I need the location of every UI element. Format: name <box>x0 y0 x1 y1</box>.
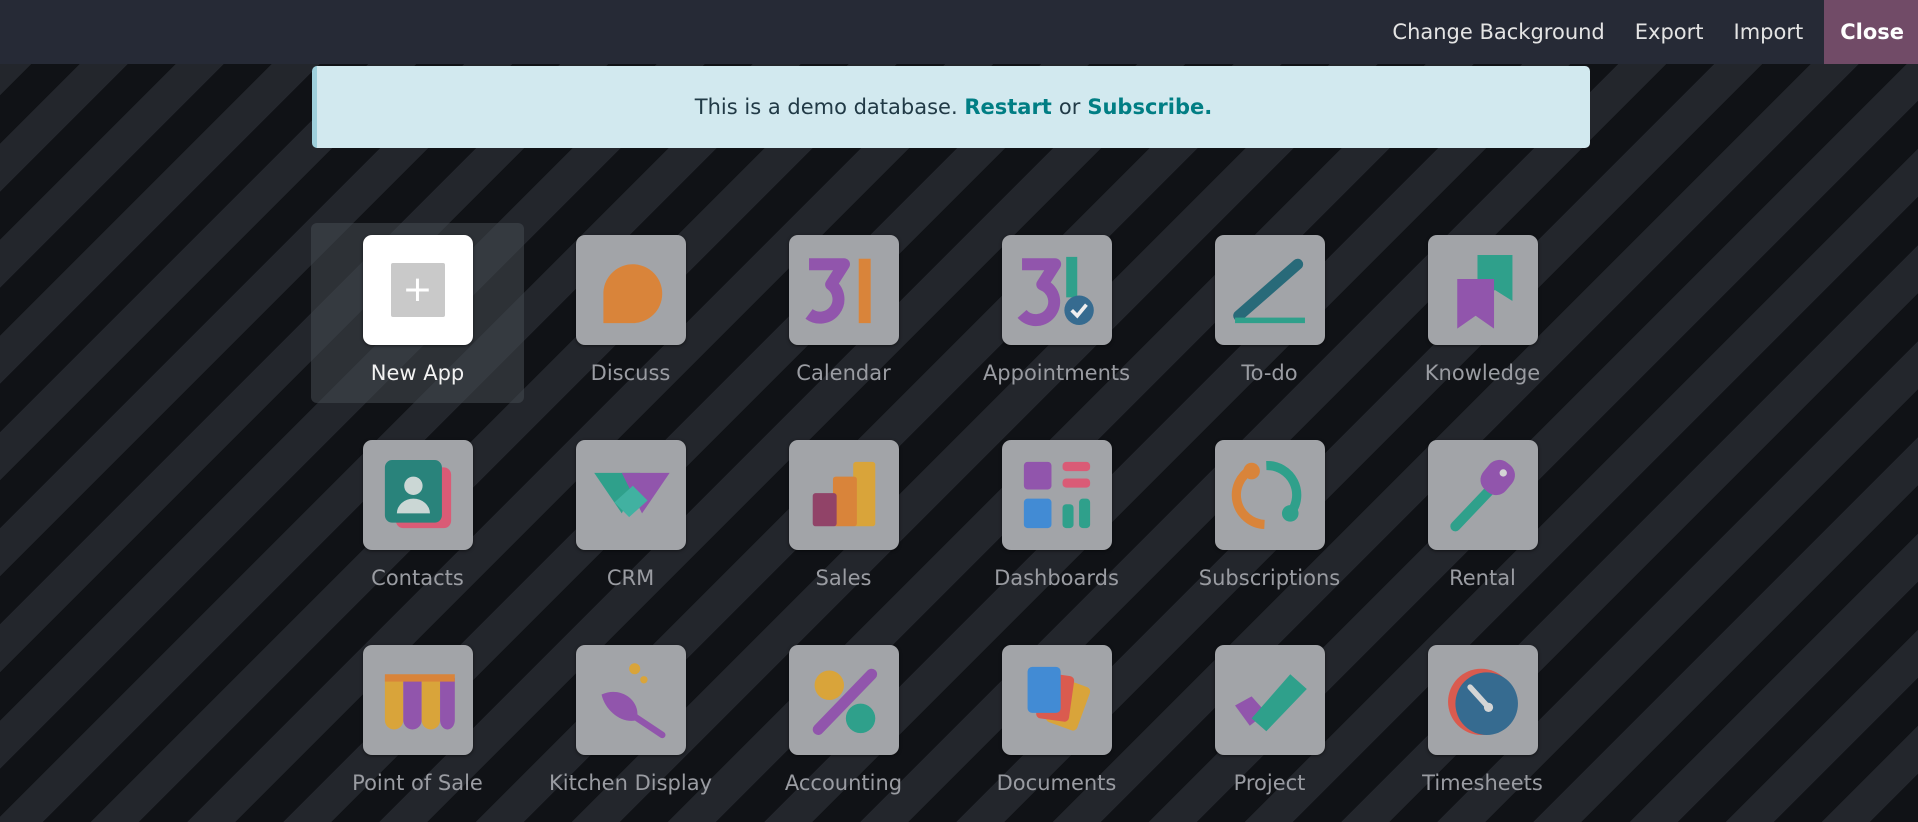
rental-icon <box>1449 459 1515 532</box>
app-timesheets[interactable]: Timesheets <box>1376 633 1589 813</box>
app-tile <box>575 645 686 755</box>
app-tile <box>788 440 899 550</box>
app-label: CRM <box>606 566 655 590</box>
discuss-icon <box>602 264 662 327</box>
app-label: Rental <box>1449 566 1516 590</box>
app-rental[interactable]: Rental <box>1376 428 1589 608</box>
app-tile <box>575 440 686 550</box>
app-tile <box>1214 235 1325 345</box>
app-tile <box>1427 440 1538 550</box>
subscriptions-icon <box>1231 460 1301 530</box>
app-grid: + New App Discuss Calendar Appointments … <box>311 223 1591 813</box>
app-tile <box>788 645 899 755</box>
app-subscriptions[interactable]: Subscriptions <box>1163 428 1376 608</box>
sales-icon <box>812 461 875 527</box>
app-appointments[interactable]: Appointments <box>950 223 1163 403</box>
appointments-icon <box>1017 256 1094 327</box>
app-dashboards[interactable]: Dashboards <box>950 428 1163 608</box>
app-label: New App <box>370 361 465 385</box>
accounting-icon <box>812 668 877 735</box>
app-tile: + <box>362 235 473 345</box>
app-label: Point of Sale <box>352 771 483 795</box>
app-point-of-sale[interactable]: Point of Sale <box>311 633 524 813</box>
subscribe-link[interactable]: Subscribe. <box>1087 95 1212 119</box>
app-tile <box>1001 440 1112 550</box>
app-discuss[interactable]: Discuss <box>524 223 737 403</box>
todo-icon <box>1232 258 1305 324</box>
app-project[interactable]: Project <box>1163 633 1376 813</box>
app-label: Discuss <box>590 361 671 385</box>
app-tile <box>362 645 473 755</box>
documents-icon <box>1027 666 1090 731</box>
app-label: Timesheets <box>1422 771 1543 795</box>
dashboards-icon <box>1023 461 1090 529</box>
kitchen-display-icon <box>601 663 665 739</box>
app-tile <box>575 235 686 345</box>
app-label: Contacts <box>371 566 464 590</box>
app-label: Knowledge <box>1424 361 1541 385</box>
close-button[interactable]: Close <box>1824 0 1918 64</box>
app-calendar[interactable]: Calendar <box>737 223 950 403</box>
banner-or-text: or <box>1058 95 1081 119</box>
timesheets-icon <box>1447 668 1518 735</box>
knowledge-icon <box>1456 255 1512 329</box>
app-kitchen-display[interactable]: Kitchen Display <box>524 633 737 813</box>
change-background-button[interactable]: Change Background <box>1377 0 1619 64</box>
project-icon <box>1234 674 1307 732</box>
calendar-icon <box>804 258 871 324</box>
app-documents[interactable]: Documents <box>950 633 1163 813</box>
app-accounting[interactable]: Accounting <box>737 633 950 813</box>
app-label: To-do <box>1241 361 1298 385</box>
app-todo[interactable]: To-do <box>1163 223 1376 403</box>
app-label: Dashboards <box>994 566 1119 590</box>
app-tile <box>1427 645 1538 755</box>
app-label: Subscriptions <box>1198 566 1341 590</box>
app-sales[interactable]: Sales <box>737 428 950 608</box>
demo-database-banner: This is a demo database. Restart or Subs… <box>312 66 1590 148</box>
banner-text: This is a demo database. <box>694 95 958 119</box>
crm-icon <box>593 472 670 518</box>
plus-icon: + <box>390 263 445 317</box>
restart-link[interactable]: Restart <box>964 95 1052 119</box>
app-contacts[interactable]: Contacts <box>311 428 524 608</box>
app-tile <box>1001 235 1112 345</box>
app-label: Kitchen Display <box>548 771 712 795</box>
app-tile <box>788 235 899 345</box>
app-crm[interactable]: CRM <box>524 428 737 608</box>
app-tile <box>1214 440 1325 550</box>
app-label: Project <box>1233 771 1306 795</box>
app-tile <box>1001 645 1112 755</box>
export-button[interactable]: Export <box>1620 0 1719 64</box>
app-new-app[interactable]: + New App <box>311 223 524 403</box>
app-label: Accounting <box>784 771 903 795</box>
point-of-sale-icon <box>384 674 455 730</box>
app-knowledge[interactable]: Knowledge <box>1376 223 1589 403</box>
app-tile <box>1214 645 1325 755</box>
app-label: Documents <box>996 771 1117 795</box>
app-label: Calendar <box>796 361 891 385</box>
app-label: Appointments <box>982 361 1131 385</box>
app-tile <box>1427 235 1538 345</box>
contacts-icon <box>384 460 451 529</box>
app-label: Sales <box>815 566 872 590</box>
top-bar: Change Background Export Import Close <box>0 0 1918 64</box>
app-tile <box>362 440 473 550</box>
import-button[interactable]: Import <box>1719 0 1819 64</box>
